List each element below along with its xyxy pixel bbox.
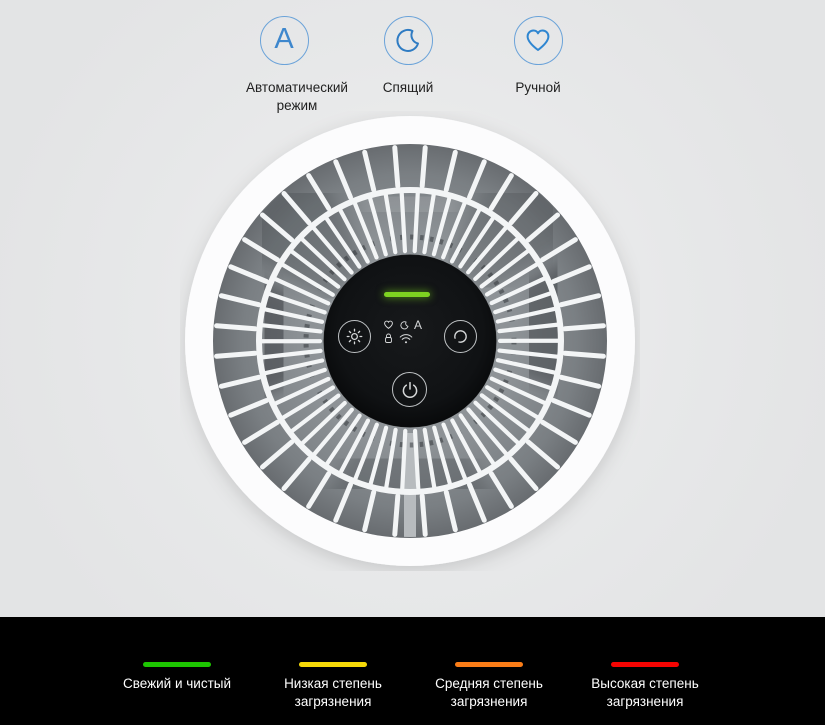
mode-item-manual[interactable]: Ручной <box>458 16 618 97</box>
legend-bar-orange <box>455 662 523 667</box>
auto-letter: A <box>274 25 293 54</box>
legend-item-medium: Средняя степень загрязнения <box>399 662 579 711</box>
air-quality-legend: Свежий и чистый Низкая степень загрязнен… <box>0 617 825 725</box>
mode-label-sleep: Спящий <box>383 79 434 97</box>
power-icon <box>400 380 420 400</box>
panel-status-icons: A <box>382 319 422 344</box>
mode-label-manual: Ручной <box>515 79 560 97</box>
brightness-button <box>338 320 371 353</box>
moon-icon <box>392 25 424 57</box>
sleep-mode-icon[interactable] <box>384 16 433 65</box>
legend-item-high: Высокая степень загрязнения <box>555 662 735 711</box>
legend-bar-green <box>143 662 211 667</box>
moon-icon <box>399 320 410 331</box>
manual-mode-icon[interactable] <box>514 16 563 65</box>
legend-bar-yellow <box>299 662 367 667</box>
auto-mode-icon[interactable]: A <box>260 16 309 65</box>
heart-icon <box>522 25 554 57</box>
brightness-sun-icon <box>345 327 364 346</box>
legend-item-clean: Свежий и чистый <box>87 662 267 693</box>
wifi-icon <box>399 333 413 344</box>
auto-icon: A <box>414 319 422 331</box>
legend-bar-red <box>611 662 679 667</box>
legend-item-low: Низкая степень загрязнения <box>243 662 423 711</box>
power-button <box>392 372 427 407</box>
fan-speed-icon <box>451 327 470 346</box>
page: A Автоматический режим Спящий Ручной <box>0 0 825 725</box>
lock-icon <box>384 333 393 344</box>
led-indicator <box>384 292 430 297</box>
fan-speed-button <box>444 320 477 353</box>
heart-icon <box>382 319 395 331</box>
